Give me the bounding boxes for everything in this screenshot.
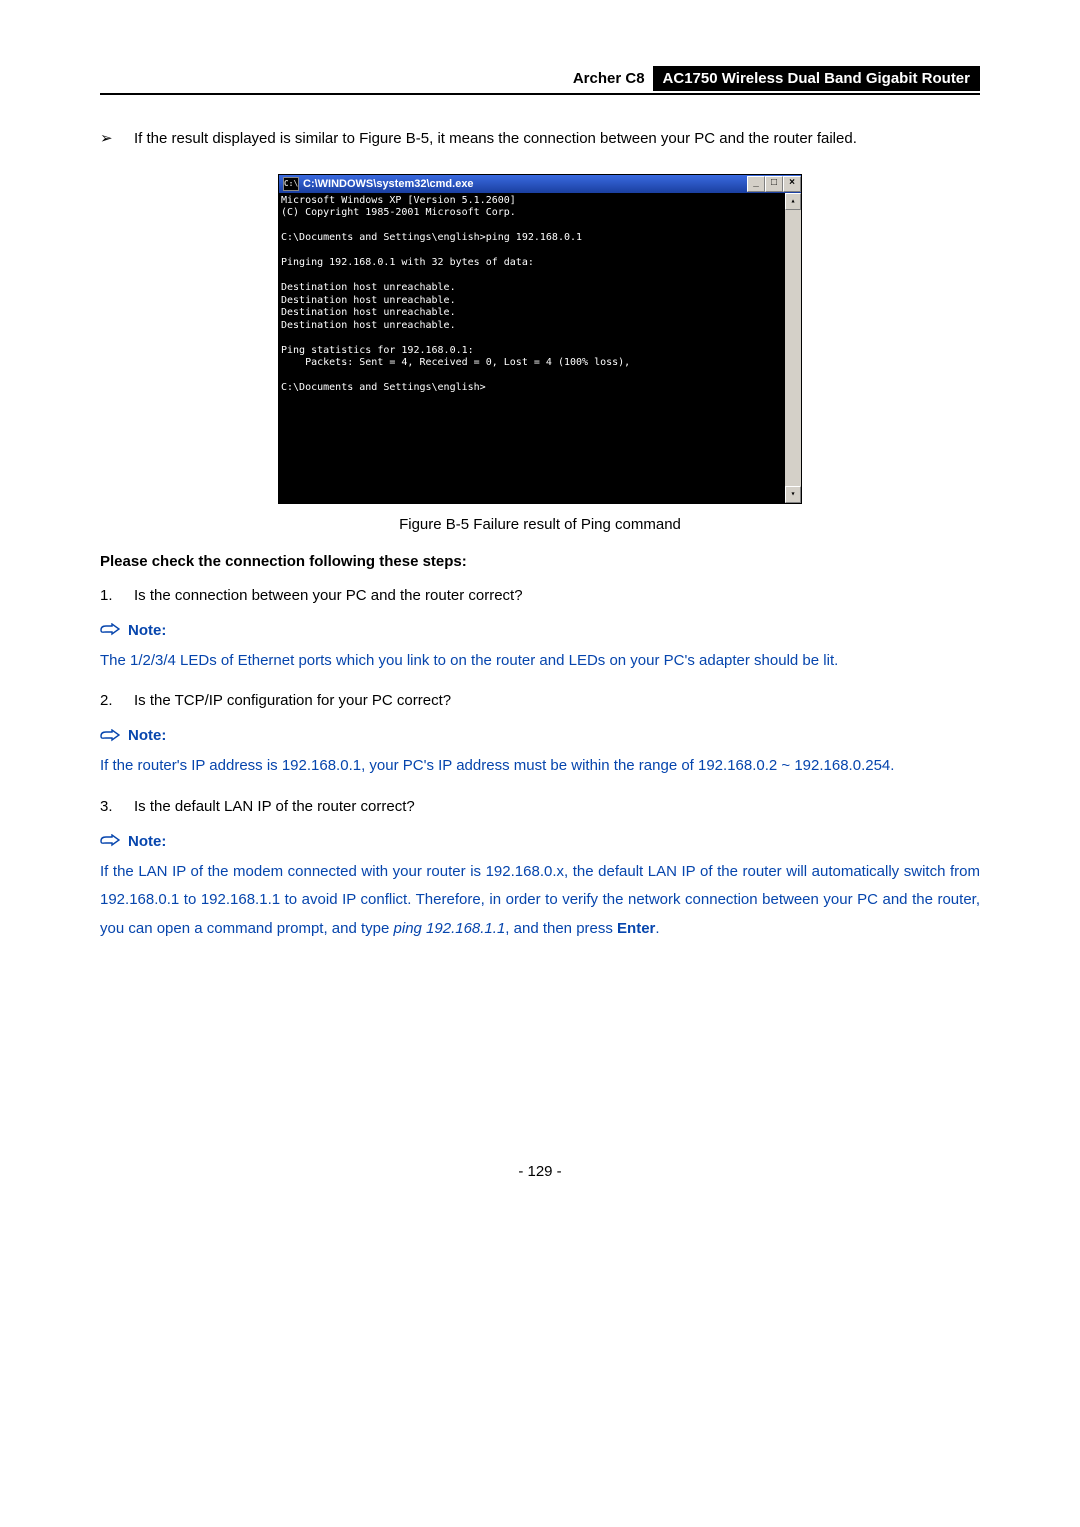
note3-command: ping 192.168.1.1 <box>394 920 506 937</box>
scroll-down-icon[interactable]: ▾ <box>785 486 801 503</box>
step-3: 3. Is the default LAN IP of the router c… <box>100 795 980 819</box>
page-header: Archer C8AC1750 Wireless Dual Band Gigab… <box>100 66 980 95</box>
note3-part-c: . <box>655 920 659 937</box>
intro-bullet: ➢ If the result displayed is similar to … <box>100 125 980 154</box>
page-number: - 129 - <box>100 1163 980 1180</box>
scroll-up-icon[interactable]: ▴ <box>785 193 801 210</box>
cmd-title: C:\WINDOWS\system32\cmd.exe <box>303 178 747 190</box>
note-1-body: The 1/2/3/4 LEDs of Ethernet ports which… <box>100 647 980 676</box>
step-number: 3. <box>100 795 134 819</box>
cmd-body-wrap: Microsoft Windows XP [Version 5.1.2600] … <box>279 193 801 503</box>
note3-part-b: , and then press <box>505 920 617 937</box>
cmd-window: C:\ C:\WINDOWS\system32\cmd.exe _ □ × Mi… <box>278 174 802 504</box>
document-page: Archer C8AC1750 Wireless Dual Band Gigab… <box>0 0 1080 1220</box>
step-text: Is the default LAN IP of the router corr… <box>134 795 415 819</box>
header-product: AC1750 Wireless Dual Band Gigabit Router <box>653 66 980 91</box>
step-number: 1. <box>100 584 134 608</box>
step-1: 1. Is the connection between your PC and… <box>100 584 980 608</box>
note3-enter: Enter <box>617 920 655 937</box>
intro-text: If the result displayed is similar to Fi… <box>134 125 857 154</box>
pointing-hand-icon <box>100 729 120 743</box>
window-controls: _ □ × <box>747 176 801 192</box>
cmd-titlebar: C:\ C:\WINDOWS\system32\cmd.exe _ □ × <box>279 175 801 193</box>
step-2: 2. Is the TCP/IP configuration for your … <box>100 689 980 713</box>
note-label: Note: <box>128 833 166 850</box>
note-label: Note: <box>128 622 166 639</box>
note-2-body: If the router's IP address is 192.168.0.… <box>100 752 980 781</box>
close-button[interactable]: × <box>783 176 801 192</box>
note-3-body: If the LAN IP of the modem connected wit… <box>100 858 980 944</box>
figure-caption: Figure B-5 Failure result of Ping comman… <box>100 516 980 533</box>
scrollbar[interactable]: ▴ ▾ <box>785 193 801 503</box>
header-model: Archer C8 <box>565 66 653 91</box>
note-label: Note: <box>128 727 166 744</box>
triangle-bullet-icon: ➢ <box>100 125 134 154</box>
note-heading-2: Note: <box>100 727 980 744</box>
maximize-button[interactable]: □ <box>765 176 783 192</box>
pointing-hand-icon <box>100 623 120 637</box>
minimize-button[interactable]: _ <box>747 176 765 192</box>
check-heading: Please check the connection following th… <box>100 553 980 570</box>
pointing-hand-icon <box>100 834 120 848</box>
scroll-track[interactable] <box>785 210 801 486</box>
cmd-icon: C:\ <box>283 177 299 191</box>
step-text: Is the connection between your PC and th… <box>134 584 523 608</box>
note-heading-3: Note: <box>100 833 980 850</box>
step-number: 2. <box>100 689 134 713</box>
note-heading-1: Note: <box>100 622 980 639</box>
cmd-output: Microsoft Windows XP [Version 5.1.2600] … <box>279 193 785 503</box>
step-text: Is the TCP/IP configuration for your PC … <box>134 689 451 713</box>
